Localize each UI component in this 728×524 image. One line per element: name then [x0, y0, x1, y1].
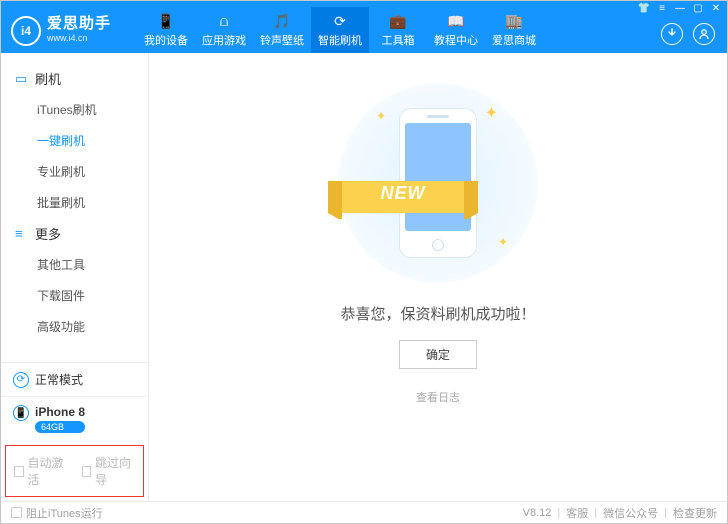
- close-icon[interactable]: ✕: [709, 1, 723, 15]
- nav-toolbox-icon: 💼: [389, 12, 407, 30]
- nav-tutorial-label: 教程中心: [434, 32, 478, 48]
- nav-my-device-label: 我的设备: [144, 32, 188, 48]
- checkbox-block-itunes[interactable]: 阻止iTunes运行: [11, 505, 103, 521]
- header-actions: [661, 23, 715, 45]
- minimize-icon[interactable]: —: [673, 1, 687, 15]
- nav-toolbox-label: 工具箱: [382, 32, 415, 48]
- menu-icon[interactable]: ≡: [655, 1, 669, 15]
- brand-subtitle: www.i4.cn: [47, 31, 111, 45]
- block-itunes-label: 阻止iTunes运行: [26, 505, 103, 521]
- nav-store-icon: 🏬: [505, 12, 523, 30]
- success-illustration: ✦ ✦ ✦ NEW: [338, 83, 538, 283]
- nav-ringtone-icon: 🎵: [273, 12, 291, 30]
- success-message: 恭喜您，保资料刷机成功啦！: [340, 303, 535, 324]
- download-icon[interactable]: [661, 23, 683, 45]
- device-mode-label: 正常模式: [35, 371, 83, 388]
- checkbox-skip-guide[interactable]: 跳过向导: [82, 454, 136, 488]
- brand: i4 爱思助手 www.i4.cn: [1, 8, 117, 46]
- nav-ringtone[interactable]: 🎵 铃声壁纸: [253, 7, 311, 53]
- nav-store[interactable]: 🏬 爱思商城: [485, 7, 543, 53]
- window-controls: 👕 ≡ — ▢ ✕: [637, 1, 723, 15]
- nav-my-device[interactable]: 📱 我的设备: [137, 7, 195, 53]
- device-row[interactable]: 📱 iPhone 8 64GB: [1, 397, 148, 441]
- tshirt-icon[interactable]: 👕: [637, 1, 651, 15]
- nav-ringtone-label: 铃声壁纸: [260, 32, 304, 48]
- skip-guide-label: 跳过向导: [95, 454, 135, 488]
- version-label: V8.12: [523, 507, 552, 519]
- nav-store-label: 爱思商城: [492, 32, 536, 48]
- ribbon-text: NEW: [324, 183, 482, 204]
- new-ribbon: NEW: [324, 175, 482, 219]
- side-pro-flash[interactable]: 专业刷机: [1, 156, 148, 187]
- sidebar-footer: ⟳ 正常模式 📱 iPhone 8 64GB 自动激活 跳过向导: [1, 362, 148, 501]
- wechat-link[interactable]: 微信公众号: [603, 505, 658, 521]
- side-other-tools[interactable]: 其他工具: [1, 249, 148, 280]
- nav-tutorial-icon: 📖: [447, 12, 465, 30]
- brand-logo-icon: i4: [11, 16, 41, 46]
- nav-tutorial[interactable]: 📖 教程中心: [427, 7, 485, 53]
- nav-apps-icon: ⩍: [215, 12, 233, 30]
- device-mode-row[interactable]: ⟳ 正常模式: [1, 363, 148, 397]
- nav-apps-label: 应用游戏: [202, 32, 246, 48]
- device-name: iPhone 8: [35, 405, 85, 419]
- side-download-fw[interactable]: 下载固件: [1, 280, 148, 311]
- nav-flash-label: 智能刷机: [318, 32, 362, 48]
- side-batch-flash[interactable]: 批量刷机: [1, 187, 148, 218]
- options-row: 自动激活 跳过向导: [5, 445, 144, 497]
- auto-activate-label: 自动激活: [28, 454, 68, 488]
- phone-icon: 📱: [13, 405, 29, 421]
- support-link[interactable]: 客服: [566, 505, 588, 521]
- nav-flash-icon: ⟳: [331, 12, 349, 30]
- nav-toolbox[interactable]: 💼 工具箱: [369, 7, 427, 53]
- check-update-link[interactable]: 检查更新: [673, 505, 717, 521]
- top-nav: 📱 我的设备 ⩍ 应用游戏 🎵 铃声壁纸 ⟳ 智能刷机 💼 工具箱 📖 教程中心 🏬 爱思商城: [137, 1, 543, 53]
- nav-flash[interactable]: ⟳ 智能刷机: [311, 7, 369, 53]
- checkbox-auto-activate[interactable]: 自动激活: [14, 454, 68, 488]
- nav-my-device-icon: 📱: [157, 12, 175, 30]
- brand-title: 爱思助手: [47, 17, 111, 31]
- side-advanced[interactable]: 高级功能: [1, 311, 148, 342]
- nav-apps[interactable]: ⩍ 应用游戏: [195, 7, 253, 53]
- refresh-icon: ⟳: [13, 372, 29, 388]
- user-icon[interactable]: [693, 23, 715, 45]
- storage-badge: 64GB: [35, 421, 85, 433]
- maximize-icon[interactable]: ▢: [691, 1, 705, 15]
- sidebar: ▭刷机iTunes刷机一键刷机专业刷机批量刷机≡更多其他工具下载固件高级功能 ⟳…: [1, 53, 149, 501]
- main-content: ✦ ✦ ✦ NEW 恭喜您，保资料刷机成功啦！ 确定 查看日志: [149, 53, 727, 501]
- side-onekey-flash[interactable]: 一键刷机: [1, 125, 148, 156]
- status-bar: 阻止iTunes运行 V8.12 | 客服 | 微信公众号 | 检查更新: [1, 501, 727, 523]
- side-group-header: ≡更多: [1, 218, 148, 249]
- view-log-link[interactable]: 查看日志: [416, 389, 460, 405]
- ok-button[interactable]: 确定: [399, 340, 477, 369]
- app-header: 👕 ≡ — ▢ ✕ i4 爱思助手 www.i4.cn 📱 我的设备 ⩍ 应用游戏 🎵 铃…: [1, 1, 727, 53]
- side-group-header: ▭刷机: [1, 63, 148, 94]
- side-itunes-flash[interactable]: iTunes刷机: [1, 94, 148, 125]
